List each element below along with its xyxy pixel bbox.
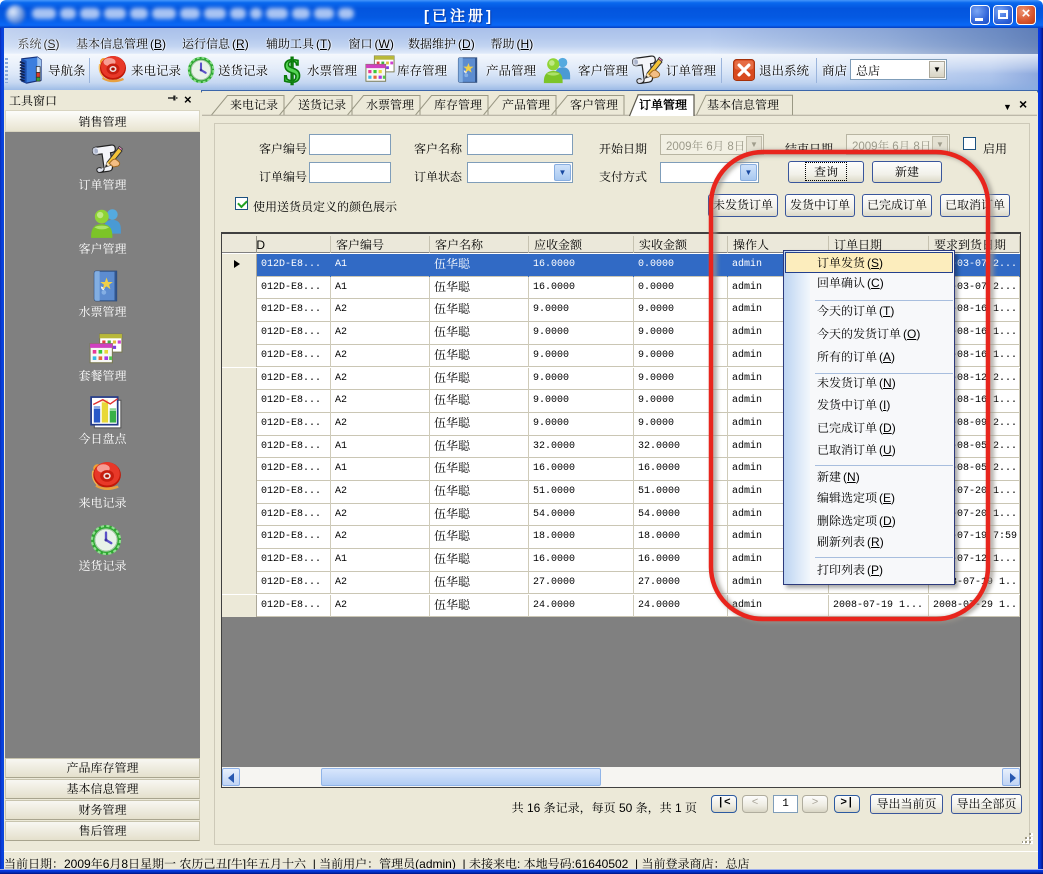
svg-text:$: $ <box>284 54 301 86</box>
